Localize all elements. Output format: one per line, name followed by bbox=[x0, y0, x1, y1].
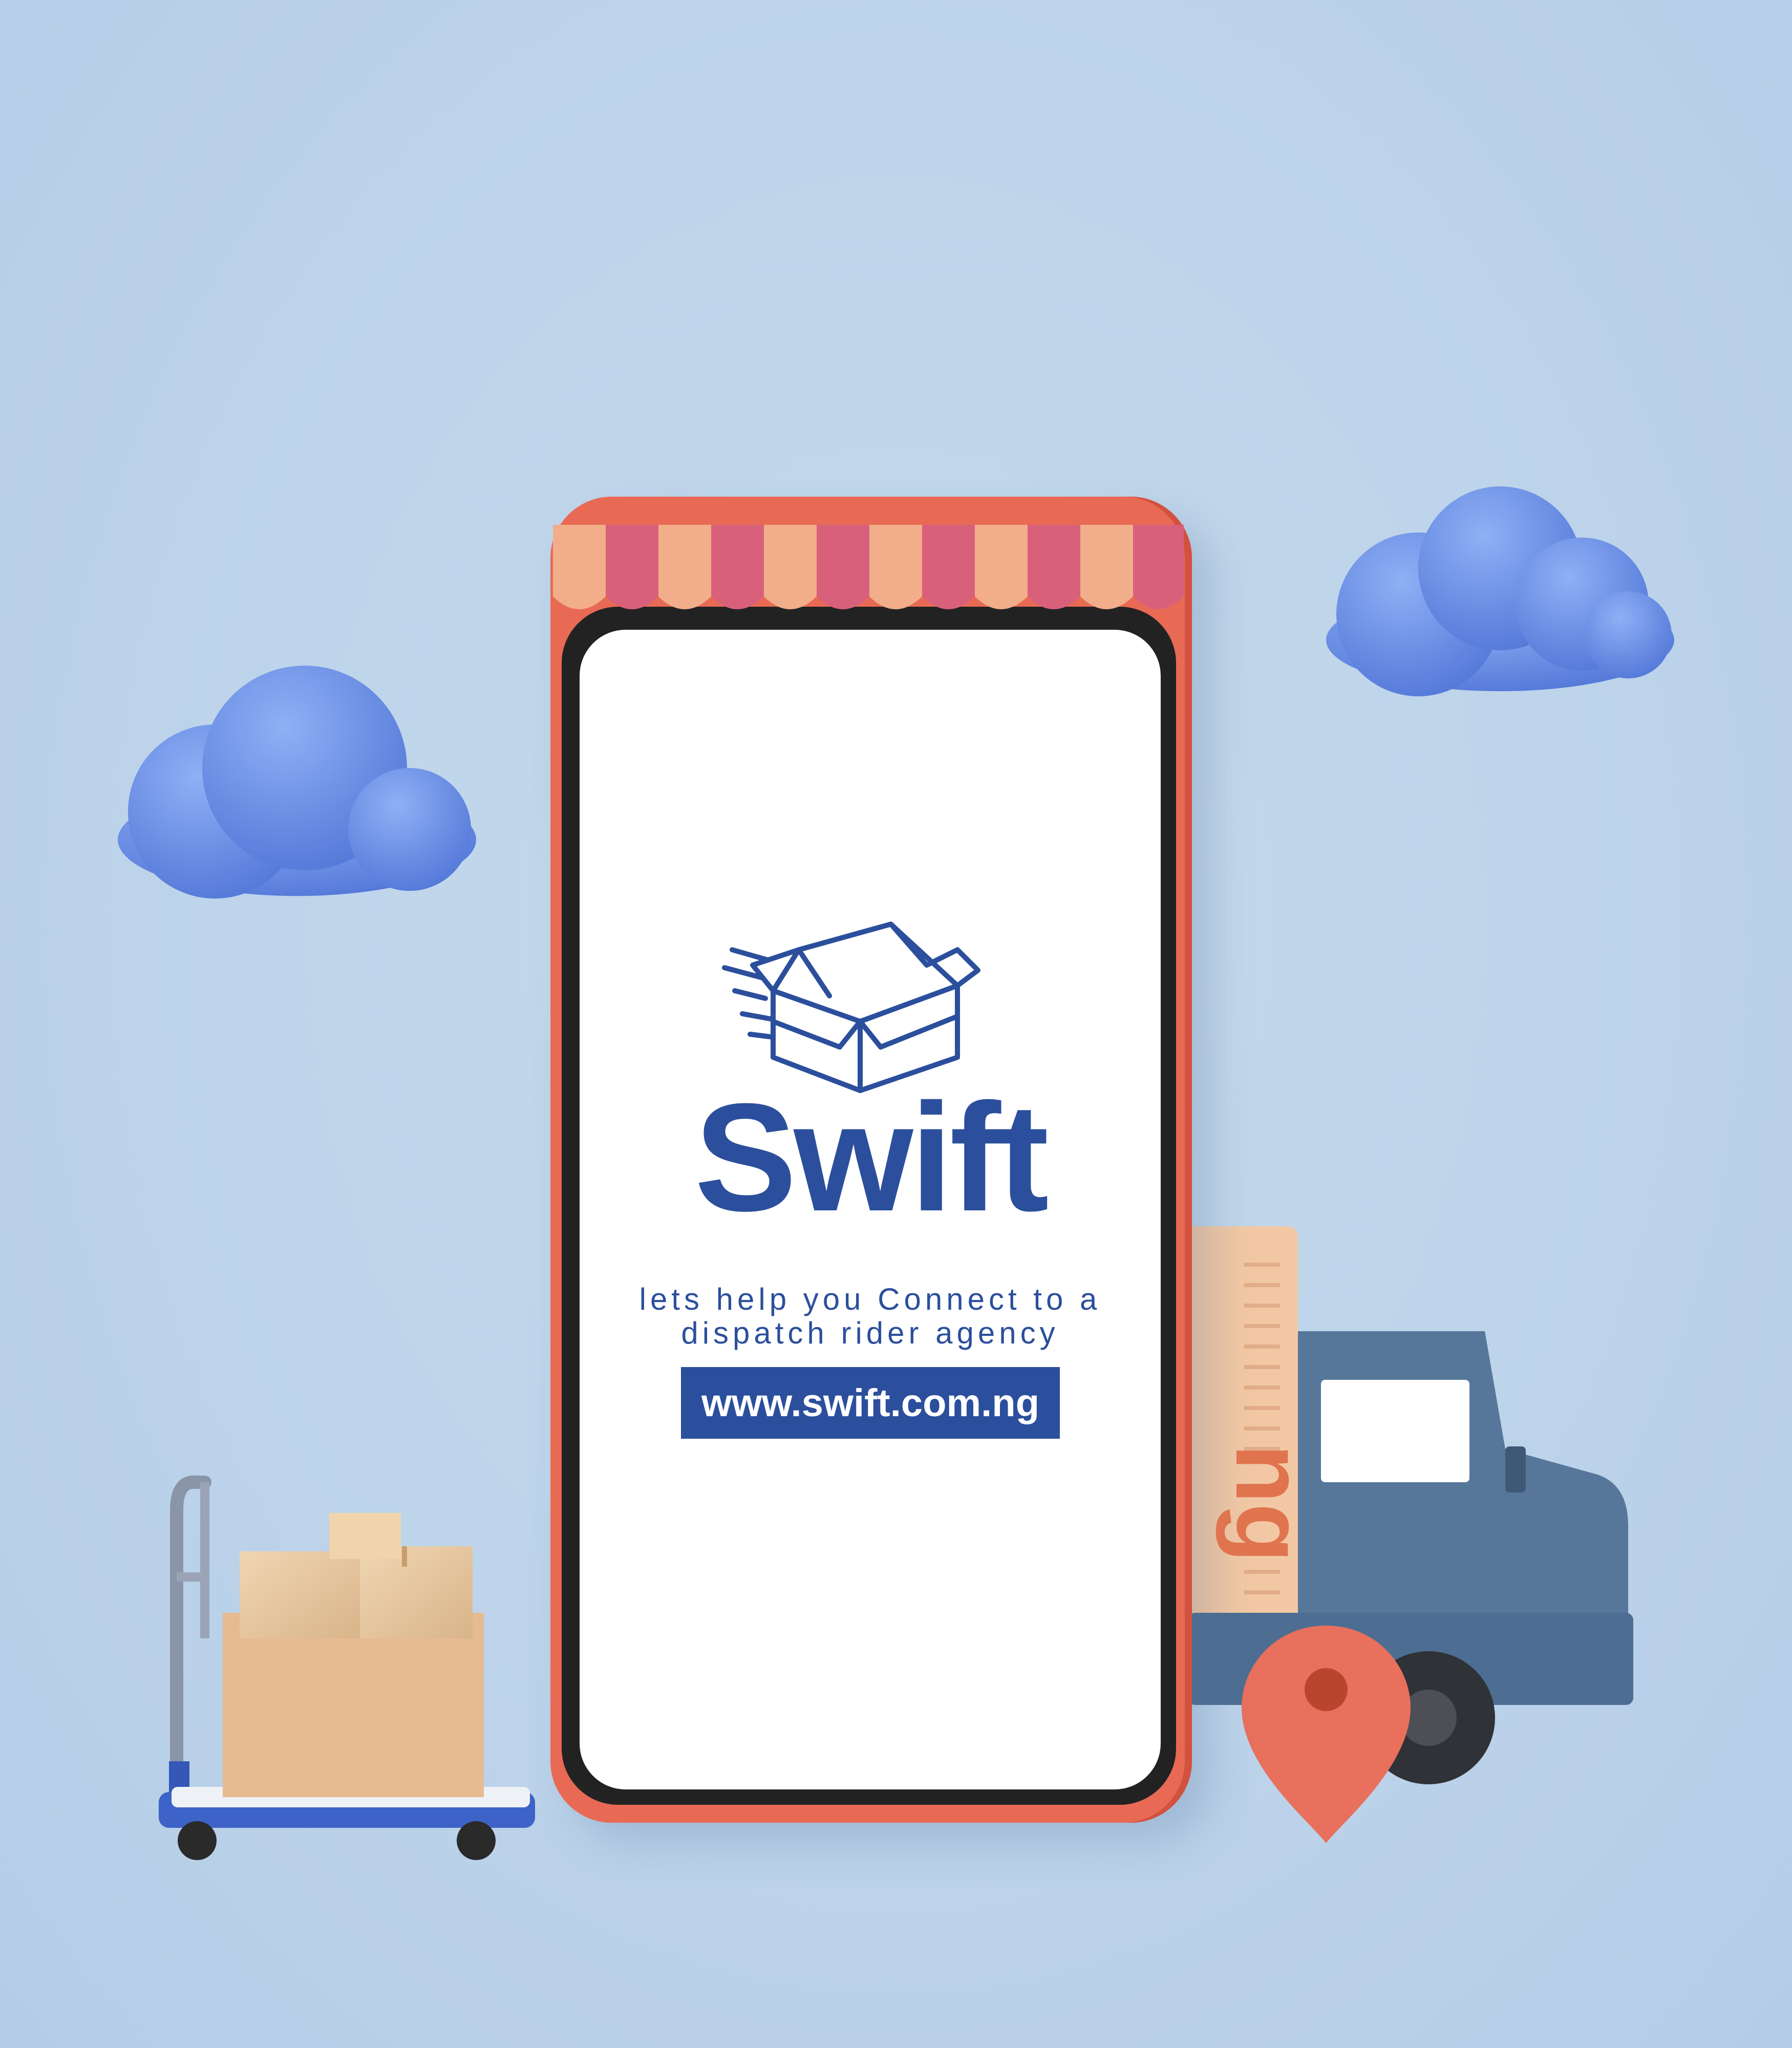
cloud-icon-right bbox=[1326, 486, 1674, 696]
hand-trolley-with-boxes bbox=[159, 1475, 535, 1860]
cloud-icon-left bbox=[118, 666, 476, 899]
brand-name: Swift bbox=[694, 1071, 1049, 1243]
tagline-line-2: dispatch rider agency bbox=[681, 1316, 1059, 1350]
location-pin-icon bbox=[1242, 1626, 1411, 1843]
tagline: lets help you Connect to a dispatch ride… bbox=[580, 1283, 1161, 1350]
truck-side-lettering: ng bbox=[1215, 1444, 1324, 1563]
open-box-icon bbox=[722, 922, 980, 1093]
shop-awning bbox=[553, 525, 1184, 609]
website-url-badge[interactable]: www.swift.com.ng bbox=[681, 1367, 1060, 1439]
tagline-line-1: lets help you Connect to a bbox=[639, 1282, 1101, 1316]
